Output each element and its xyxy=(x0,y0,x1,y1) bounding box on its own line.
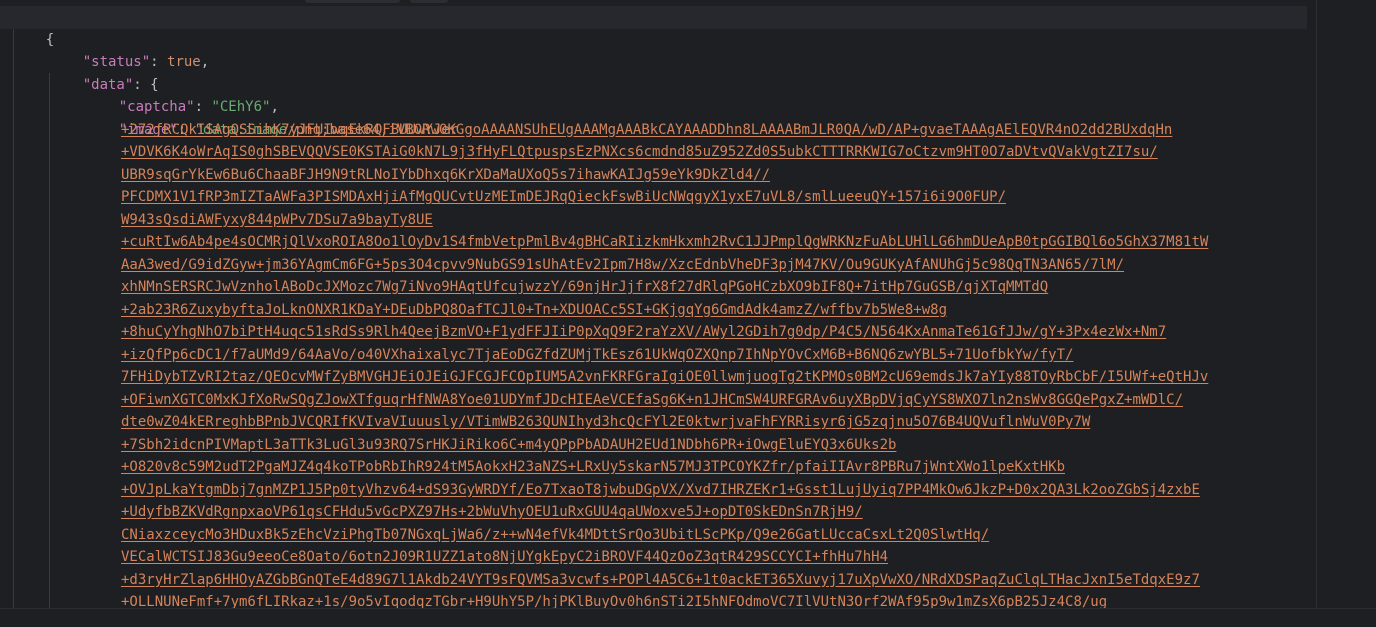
image-data-url-segment[interactable]: +2ab23R6ZuxybyftaJoLknONXR1KDaY+DEuDbPQ8… xyxy=(121,302,947,318)
editor-tab[interactable] xyxy=(305,0,400,3)
json-line-image-continuation[interactable]: +OVJpLkaYtgmDbj7gnMZP1J5Pp0tyVhzv64+dS93… xyxy=(0,479,1200,502)
json-line-data[interactable]: "data": { xyxy=(0,51,159,93)
json-line-image-continuation[interactable]: W943sQsdiAWFyxy844pWPv7DSu7a9bayTy8UE xyxy=(0,209,433,232)
image-data-url-segment[interactable]: PFCDMX1V1fRP3mIZTaAWFa3PISMDAxHjiAfMgQUC… xyxy=(121,189,1006,205)
json-line-image-continuation[interactable]: VECalWCTSIJ83Gu9eeoCe8Oato/6otn2J09R1UZZ… xyxy=(0,546,888,569)
image-data-url-segment[interactable]: +272fRCQkISAgQSSihK7yJFUIwgEkRQFBUUwYJer xyxy=(121,122,458,138)
json-line-image-continuation[interactable]: UBR9sqGrYkEw6Bu6ChaaBFJH9N9tRLNoIYbDhxq6… xyxy=(0,164,770,187)
json-line-image-continuation[interactable]: AaA3wed/G9idZGyw+jm36YAgmCm6FG+5ps3O4cpv… xyxy=(0,254,1124,277)
json-line-image-continuation[interactable]: +OFiwnXGTC0MxKJfXoRwSQgZJowXTfguqrHfNWA8… xyxy=(0,389,1183,412)
status-bar xyxy=(0,608,1376,627)
image-data-url-segment[interactable]: +izQfPp6cDC1/f7aUMd9/64AaVo/o40VXhaixaly… xyxy=(121,347,1073,363)
image-data-url-segment[interactable]: +OLLNUNeFmf+7ym6fLIRkaz+1s/9o5vIqodqzTGb… xyxy=(121,594,1107,608)
image-data-url-segment[interactable]: W943sQsdiAWFyxy844pWPv7DSu7a9bayTy8UE xyxy=(121,212,433,228)
json-editor[interactable]: { "status": true, "data": { "captcha": "… xyxy=(0,6,1307,608)
image-data-url-segment[interactable]: 7FHiDybTZvRI2taz/QEOcvMWfZyBMVGHJEiOJEiG… xyxy=(121,369,1208,385)
json-line-status[interactable]: "status": true, xyxy=(0,29,209,70)
json-line-image-continuation[interactable]: +272fRCQkISAgQSSihK7yJFUIwgEkRQFBUUwYJer xyxy=(0,119,458,142)
json-line-image-continuation[interactable]: +7Sbh2idcnPIVMaptL3aTTk3LuGl3u93RQ7SrHKJ… xyxy=(0,434,896,457)
json-line-captcha[interactable]: "captcha": "CEhY6", xyxy=(0,74,279,115)
json-line-image-continuation[interactable]: +cuRtIw6Ab4pe4sOCMRjQlVxoROIA8Oo1lOyDv1S… xyxy=(0,231,1208,254)
json-line-image-continuation[interactable]: PFCDMX1V1fRP3mIZTaAWFa3PISMDAxHjiAfMgQUC… xyxy=(0,186,1006,209)
editor-vertical-divider xyxy=(1316,0,1317,627)
json-line-image-continuation[interactable]: xhNMnSERSRCJwVznholABoDcJXMozc7Wg7iNvo9H… xyxy=(0,276,1048,299)
image-data-url-segment[interactable]: xhNMnSERSRCJwVznholABoDcJXMozc7Wg7iNvo9H… xyxy=(121,279,1048,295)
image-data-url-segment[interactable]: +8huCyYhgNhO7biPtH4uqc51sRdSs9Rlh4QeejBz… xyxy=(121,324,1166,340)
json-line-image-continuation[interactable]: +d3ryHrZlap6HHOyAZGbBGnQTeE4d89G7l1Akdb2… xyxy=(0,569,1200,592)
editor-tab-secondary[interactable] xyxy=(410,0,448,3)
json-line-open-brace[interactable]: { xyxy=(0,6,1307,48)
image-data-url-segment[interactable]: +OFiwnXGTC0MxKJfXoRwSQgZJowXTfguqrHfNWA8… xyxy=(121,392,1183,408)
json-line-image-continuation[interactable]: dte0wZ04kERreghbBPnbJVCQRIfKVIvaVIuuusly… xyxy=(0,411,1090,434)
json-line-image-continuation[interactable]: +UdyfbBZKVdRgnpxaoVP61qsCFHdu5vGcPXZ97Hs… xyxy=(0,501,863,524)
image-data-url-segment[interactable]: +cuRtIw6Ab4pe4sOCMRjQlVxoROIA8Oo1lOyDv1S… xyxy=(121,234,1208,250)
json-line-image-continuation[interactable]: +OLLNUNeFmf+7ym6fLIRkaz+1s/9o5vIqodqzTGb… xyxy=(0,591,1107,608)
json-line-image-continuation[interactable]: 7FHiDybTZvRI2taz/QEOcvMWfZyBMVGHJEiOJEiG… xyxy=(0,366,1208,389)
image-data-url-segment[interactable]: +7Sbh2idcnPIVMaptL3aTTk3LuGl3u93RQ7SrHKJ… xyxy=(121,437,896,453)
image-data-url-segment[interactable]: +O820v8c59M2udT2PgaMJZ4q4koTPobRbIhR924t… xyxy=(121,459,1065,475)
image-data-url-segment[interactable]: +d3ryHrZlap6HHOyAZGbBGnQTeE4d89G7l1Akdb2… xyxy=(121,572,1200,588)
image-data-url-segment[interactable]: +OVJpLkaYtgmDbj7gnMZP1J5Pp0tyVhzv64+dS93… xyxy=(121,482,1200,498)
json-line-image-continuation[interactable]: CNiaxzceycMo3HDuxBk5zEhcVziPhgTb07NGxqLj… xyxy=(0,524,989,547)
json-line-image-continuation[interactable]: +2ab23R6ZuxybyftaJoLknONXR1KDaY+DEuDbPQ8… xyxy=(0,299,947,322)
image-data-url-segment[interactable]: CNiaxzceycMo3HDuxBk5zEhcVziPhgTb07NGxqLj… xyxy=(121,527,989,543)
json-line-image[interactable]: "image": "data:image/png;base64,iVBORw0K… xyxy=(0,96,1173,138)
status-value: true xyxy=(167,54,201,70)
json-line-image-continuation[interactable]: +izQfPp6cDC1/f7aUMd9/64AaVo/o40VXhaixaly… xyxy=(0,344,1073,367)
json-line-image-continuation[interactable]: +O820v8c59M2udT2PgaMJZ4q4koTPobRbIhR924t… xyxy=(0,456,1065,479)
image-data-url-segment[interactable]: +VDVK6K4oWrAqIS0ghSBEVQQVSE0KSTAiG0kN7L9… xyxy=(121,144,1158,160)
json-line-image-continuation[interactable]: +VDVK6K4oWrAqIS0ghSBEVQQVSE0KSTAiG0kN7L9… xyxy=(0,141,1158,164)
image-data-url-segment[interactable]: dte0wZ04kERreghbBPnbJVCQRIfKVIvaVIuuusly… xyxy=(121,414,1090,430)
image-data-url-segment[interactable]: +UdyfbBZKVdRgnpxaoVP61qsCFHdu5vGcPXZ97Hs… xyxy=(121,504,863,520)
image-data-url-segment[interactable]: UBR9sqGrYkEw6Bu6ChaaBFJH9N9tRLNoIYbDhxq6… xyxy=(121,167,770,183)
image-data-url-segment[interactable]: VECalWCTSIJ83Gu9eeoCe8Oato/6otn2J09R1UZZ… xyxy=(121,549,888,565)
json-line-image-continuation[interactable]: +8huCyYhgNhO7biPtH4uqc51sRdSs9Rlh4QeejBz… xyxy=(0,321,1166,344)
image-data-url-segment[interactable]: AaA3wed/G9idZGyw+jm36YAgmCm6FG+5ps3O4cpv… xyxy=(121,257,1124,273)
